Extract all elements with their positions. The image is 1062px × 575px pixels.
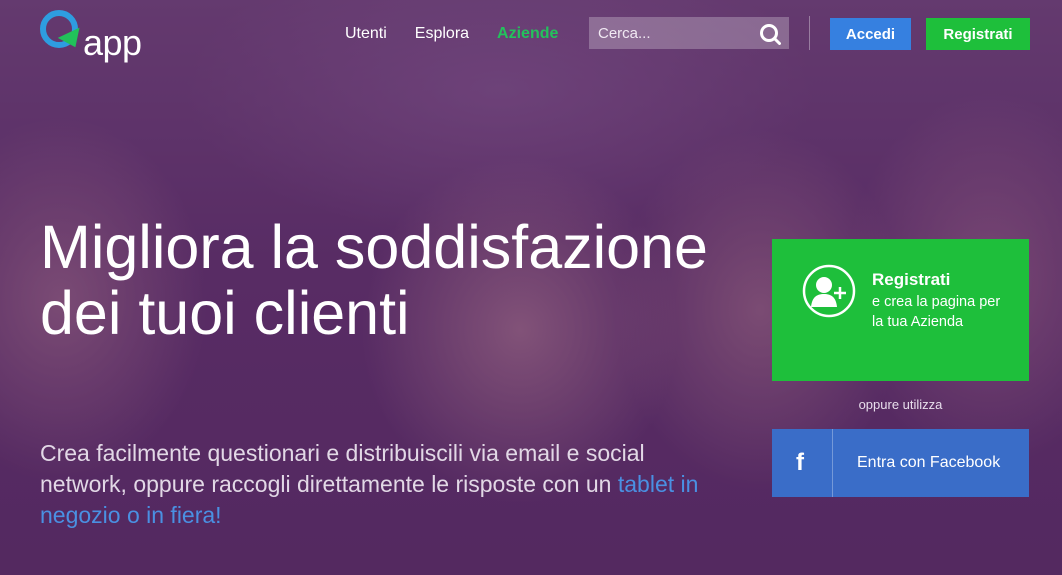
search-input[interactable] [589, 17, 758, 49]
nav-item-utenti[interactable]: Utenti [345, 25, 387, 43]
facebook-icon-box: f [772, 429, 833, 497]
facebook-icon: f [796, 449, 804, 476]
hero-headline: Migliora la soddisfazione dei tuoi clien… [40, 213, 708, 347]
nav-item-esplora[interactable]: Esplora [415, 25, 469, 43]
nav-item-aziende[interactable]: Aziende [497, 25, 558, 43]
user-add-icon [802, 264, 856, 318]
qapp-logo[interactable]: app [40, 10, 165, 63]
hero-subheadline: Crea facilmente questionari e distribuis… [40, 438, 720, 531]
alternative-login-text: oppure utilizza [858, 397, 943, 412]
facebook-login-button[interactable]: f Entra con Facebook [772, 429, 1029, 497]
logo-text: app [83, 22, 142, 63]
facebook-login-label: Entra con Facebook [857, 454, 1001, 471]
register-company-cta[interactable]: Registrati e crea la pagina per la tua A… [772, 239, 1029, 381]
main-nav: Utenti Esplora Aziende [345, 25, 558, 43]
login-button[interactable]: Accedi [830, 18, 911, 50]
hero-subheadline-text: Crea facilmente questionari e distribuis… [40, 440, 645, 497]
search-icon[interactable] [759, 23, 781, 45]
search-box [589, 17, 789, 49]
register-cta-title: Registrati [872, 270, 951, 289]
register-cta-description: e crea la pagina per la tua Azienda [872, 294, 1001, 330]
register-button[interactable]: Registrati [926, 18, 1030, 50]
top-navigation-bar: app Utenti Esplora Aziende Accedi Regist… [0, 0, 1062, 70]
header-divider [809, 16, 810, 50]
